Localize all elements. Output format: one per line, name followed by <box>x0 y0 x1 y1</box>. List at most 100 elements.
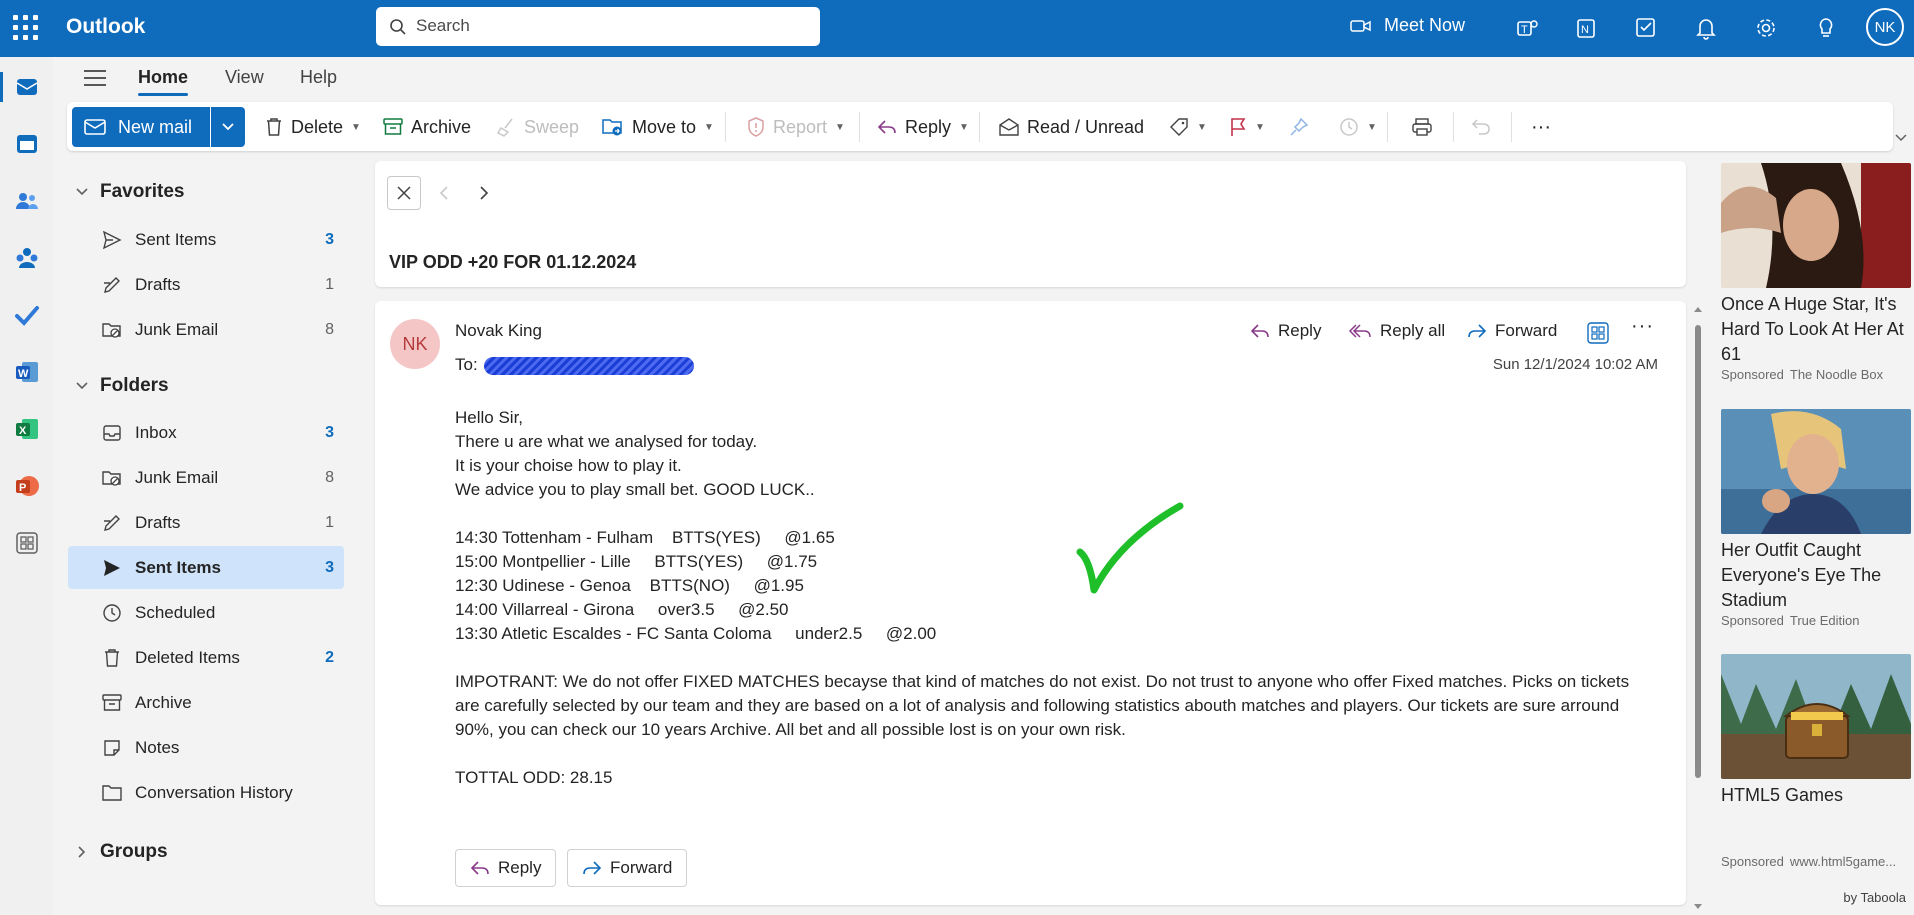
calendar-app-icon[interactable] <box>14 131 40 157</box>
word-app-icon[interactable]: W <box>14 359 40 385</box>
scrollbar-thumb[interactable] <box>1695 325 1701 778</box>
message-more-options-icon[interactable]: ··· <box>1631 315 1654 338</box>
ad-sponsored-label: Sponsored <box>1721 613 1784 628</box>
scroll-up-arrow-icon[interactable] <box>1693 305 1703 313</box>
header-reply-button[interactable]: Reply <box>1250 321 1321 341</box>
nav-item-drafts[interactable]: Drafts 1 <box>68 501 344 544</box>
ad-title[interactable]: Her Outfit Caught Everyone's Eye The Sta… <box>1721 538 1911 613</box>
body-forward-button[interactable]: Forward <box>567 849 688 887</box>
ad-image-woman-portrait[interactable] <box>1721 163 1911 288</box>
onenote-icon[interactable]: N <box>1572 14 1600 42</box>
lightbulb-icon[interactable] <box>1812 14 1840 42</box>
excel-app-icon[interactable]: X <box>14 416 40 442</box>
more-options-icon[interactable]: ··· <box>1531 112 1551 142</box>
categorize-button[interactable]: ▼ <box>1169 112 1207 142</box>
sweep-button[interactable]: Sweep <box>496 112 579 142</box>
search-placeholder: Search <box>416 16 470 35</box>
sender-avatar[interactable]: NK <box>390 319 440 369</box>
favorites-header[interactable]: Favorites <box>76 181 184 203</box>
groups-header[interactable]: Groups <box>76 841 168 863</box>
delete-label: Delete <box>291 116 344 137</box>
more-apps-icon[interactable] <box>14 530 40 556</box>
nav-item-junk-email[interactable]: Junk Email 8 <box>68 456 344 499</box>
note-icon <box>104 739 120 756</box>
ad-sponsor: Sponsored True Edition <box>1721 613 1911 628</box>
nav-item-deleted-items[interactable]: Deleted Items 2 <box>68 636 344 679</box>
nav-item-archive[interactable]: Archive <box>68 681 344 724</box>
nav-item-favorites-junk-email[interactable]: Junk Email 8 <box>68 308 344 351</box>
groups-app-icon[interactable] <box>14 245 40 271</box>
close-icon <box>397 186 411 200</box>
tab-help[interactable]: Help <box>300 67 337 88</box>
nav-item-notes[interactable]: Notes <box>68 726 344 769</box>
send-icon <box>104 559 120 576</box>
reply-button[interactable]: Reply ▼ <box>877 112 969 142</box>
flag-button[interactable]: ▼ <box>1229 112 1265 142</box>
gear-icon[interactable] <box>1752 14 1780 42</box>
ad-sponsored-label: Sponsored <box>1721 367 1784 382</box>
new-mail-dropdown[interactable] <box>210 107 245 147</box>
new-mail-button[interactable]: New mail <box>72 107 210 147</box>
chevron-right-icon[interactable] <box>478 185 490 201</box>
meet-now-button[interactable]: Meet Now <box>1350 15 1465 36</box>
print-button[interactable] <box>1411 112 1433 142</box>
pin-button[interactable] <box>1289 112 1309 142</box>
powerpoint-app-icon[interactable]: P <box>14 473 40 499</box>
chevron-down-icon: ▼ <box>835 121 845 133</box>
ad-title[interactable]: HTML5 Games <box>1721 783 1911 808</box>
tab-view[interactable]: View <box>225 67 264 88</box>
move-to-button[interactable]: Move to ▼ <box>602 112 714 142</box>
forward-label: Forward <box>1495 321 1558 340</box>
video-camera-icon <box>1350 19 1371 32</box>
ad-card[interactable]: HTML5 Games Sponsored www.html5game... <box>1721 654 1911 869</box>
ad-title[interactable]: Once A Huge Star, It's Hard To Look At H… <box>1721 292 1911 367</box>
folders-header[interactable]: Folders <box>76 375 169 397</box>
ads-provider-label[interactable]: by Taboola <box>1843 890 1906 905</box>
report-button[interactable]: Report ▼ <box>747 112 845 142</box>
archive-button[interactable]: Archive <box>383 112 471 142</box>
nav-item-inbox[interactable]: Inbox 3 <box>68 411 344 454</box>
app-launcher-icon[interactable] <box>13 15 39 41</box>
archive-icon <box>383 118 403 135</box>
mail-app-icon[interactable] <box>14 74 40 100</box>
item-count: 8 <box>325 320 334 338</box>
bell-icon[interactable] <box>1692 14 1720 42</box>
teams-icon[interactable]: T <box>1512 14 1540 42</box>
ad-sponsor: Sponsored www.html5game... <box>1721 854 1911 869</box>
undo-button[interactable] <box>1471 112 1491 142</box>
chevron-left-icon[interactable] <box>438 185 450 201</box>
ribbon-expand-chevron-icon[interactable] <box>1894 133 1908 143</box>
ad-image-treasure-chest[interactable] <box>1721 654 1911 779</box>
app-title[interactable]: Outlook <box>66 15 145 39</box>
archive-icon <box>102 693 122 711</box>
close-button[interactable] <box>387 176 421 210</box>
snooze-button[interactable]: ▼ <box>1339 112 1377 142</box>
ribbon-divider <box>725 112 726 142</box>
nav-item-sent-items[interactable]: Sent Items 3 <box>68 546 344 589</box>
ad-card[interactable]: Her Outfit Caught Everyone's Eye The Sta… <box>1721 409 1911 628</box>
header-reply-all-button[interactable]: Reply all <box>1348 321 1445 341</box>
hamburger-menu-icon[interactable] <box>84 69 106 87</box>
delete-button[interactable]: Delete ▼ <box>265 112 361 142</box>
message-scrollbar[interactable] <box>1693 305 1703 909</box>
read-unread-button[interactable]: Read / Unread <box>999 112 1144 142</box>
sender-name[interactable]: Novak King <box>455 321 542 341</box>
nav-item-conversation-history[interactable]: Conversation History <box>68 771 344 814</box>
item-count: 8 <box>325 468 334 486</box>
body-reply-button[interactable]: Reply <box>455 849 557 887</box>
account-avatar[interactable]: NK <box>1866 8 1904 46</box>
ad-image-athlete[interactable] <box>1721 409 1911 534</box>
todo-icon[interactable] <box>1632 14 1660 42</box>
ad-card[interactable]: Once A Huge Star, It's Hard To Look At H… <box>1721 163 1911 382</box>
nav-item-scheduled[interactable]: Scheduled <box>68 591 344 634</box>
header-forward-button[interactable]: Forward <box>1467 321 1557 341</box>
search-input[interactable]: Search <box>376 7 820 46</box>
scroll-down-arrow-icon[interactable] <box>1693 903 1703 911</box>
tab-home[interactable]: Home <box>138 67 189 96</box>
immersive-reader-icon[interactable] <box>1587 322 1609 344</box>
subject-card: VIP ODD +20 FOR 01.12.2024 <box>375 161 1686 287</box>
nav-item-favorites-sent-items[interactable]: Sent Items 3 <box>68 218 344 261</box>
nav-item-favorites-drafts[interactable]: Drafts 1 <box>68 263 344 306</box>
todo-app-icon[interactable] <box>14 302 40 328</box>
people-app-icon[interactable] <box>14 188 40 214</box>
